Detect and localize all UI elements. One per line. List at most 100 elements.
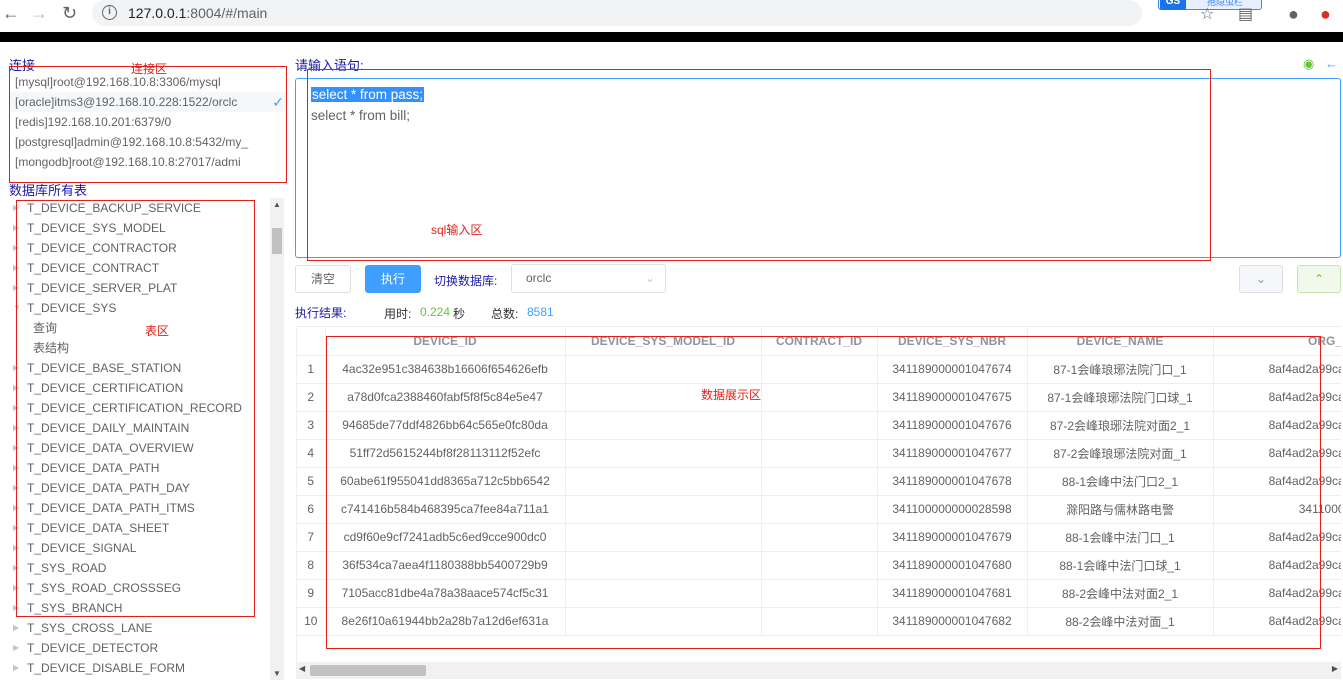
table-row[interactable]: 1 4ac32e951c384638b16606f654626efb 3411890…	[297, 355, 1341, 384]
table-row[interactable]: 2 a78d0fca2388460fabf5f8f5c84e5e47 3411890…	[297, 383, 1341, 412]
execute-button[interactable]: 执行	[365, 265, 421, 293]
connection-status-icon[interactable]: ◉	[1303, 56, 1314, 72]
tree-table-item[interactable]: ▶ T_DEVICE_CERTIFICATION	[10, 378, 268, 398]
extension-icon[interactable]: GS	[1160, 0, 1186, 10]
caret-right-icon[interactable]: ▶	[13, 478, 19, 498]
caret-down-icon[interactable]: ▼	[13, 298, 21, 318]
table-row[interactable]: 3 94685de77ddf4826bb64c565e0fc80da 3411890…	[297, 411, 1341, 440]
expand-down-button[interactable]: ⌄	[1239, 265, 1283, 293]
table-row[interactable]: 7 cd9f60e9cf7241adb5c6ed9cce900dc0 3411890…	[297, 523, 1341, 552]
caret-right-icon[interactable]: ▶	[13, 198, 19, 218]
table-tree-scrollbar[interactable]: ▲ ▼	[270, 198, 284, 680]
table-cell: a78d0fca2388460fabf5f8f5c84e5e47	[325, 383, 566, 412]
tree-table-item[interactable]: ▶ T_DEVICE_CONTRACTOR	[10, 238, 268, 258]
column-header[interactable]: DEVICE_SYS_NBR	[877, 327, 1028, 356]
column-header[interactable]: DEVICE_SYS_MODEL_ID	[565, 327, 762, 356]
caret-right-icon[interactable]: ▶	[13, 498, 19, 518]
table-cell: 341189000001047676	[877, 411, 1028, 440]
scroll-up-icon[interactable]: ▲	[273, 200, 281, 209]
caret-right-icon[interactable]: ▶	[13, 238, 19, 258]
tree-table-item[interactable]: ▶ T_DEVICE_DAILY_MAINTAIN	[10, 418, 268, 438]
account-icon[interactable]: ●	[1288, 4, 1299, 25]
table-cell: 88-2会峰中法对面_1	[1027, 607, 1214, 636]
tree-table-item[interactable]: ▶ T_DEVICE_DATA_PATH_DAY	[10, 478, 268, 498]
caret-right-icon[interactable]: ▶	[13, 278, 19, 298]
tree-table-item[interactable]: ▶ T_DEVICE_DATA_SHEET	[10, 518, 268, 538]
tree-table-item[interactable]: ▶ T_SYS_ROAD_CROSSSEG	[10, 578, 268, 598]
caret-right-icon[interactable]: ▶	[13, 638, 19, 658]
forward-arrow-icon[interactable]: →	[30, 4, 48, 22]
reload-icon[interactable]: ↻	[62, 4, 77, 22]
url-text: 127.0.0.1:8004/#/main	[128, 5, 268, 21]
collapse-arrow-icon[interactable]: ←	[1325, 56, 1338, 71]
connection-item[interactable]: [oracle]itms3@192.168.10.228:1522/orclc ✓	[10, 92, 286, 112]
tree-table-item[interactable]: ▶ T_DEVICE_CERTIFICATION_RECORD	[10, 398, 268, 418]
tree-table-item[interactable]: ▶ T_SYS_BRANCH	[10, 598, 268, 618]
column-header[interactable]: ORG_	[1213, 327, 1341, 356]
table-horizontal-scrollbar[interactable]: ◀ ▶	[296, 662, 1341, 679]
caret-right-icon[interactable]: ▶	[13, 538, 19, 558]
table-row[interactable]: 8 36f534ca7aea4f1180388bb5400729b9 3411890…	[297, 551, 1341, 580]
tree-table-item[interactable]: ▶ T_DEVICE_CONTRACT	[10, 258, 268, 278]
scroll-left-icon[interactable]: ◀	[299, 664, 305, 673]
tree-child-item[interactable]: 表结构	[10, 338, 268, 358]
address-bar[interactable]: i 127.0.0.1:8004/#/main	[92, 0, 1142, 26]
caret-right-icon[interactable]: ▶	[13, 578, 19, 598]
caret-right-icon[interactable]: ▶	[13, 658, 19, 678]
scrollbar-thumb[interactable]	[310, 665, 426, 676]
tree-table-item[interactable]: ▶ T_DEVICE_SIGNAL	[10, 538, 268, 558]
tree-table-item[interactable]: ▶ T_DEVICE_DATA_OVERVIEW	[10, 438, 268, 458]
tree-table-item[interactable]: ▶ T_SYS_ROAD	[10, 558, 268, 578]
connection-item[interactable]: [mysql]root@192.168.10.8:3306/mysql	[10, 72, 286, 92]
tree-table-item[interactable]: ▶ T_DEVICE_SYS_MODEL	[10, 218, 268, 238]
column-header[interactable]: DEVICE_ID	[325, 327, 566, 356]
table-row[interactable]: 10 8e26f10a61944bb2a28b7a12d6ef631a 341189…	[297, 607, 1341, 636]
tree-table-item[interactable]: ▶ T_DEVICE_DISABLE_FORM	[10, 658, 268, 678]
tree-table-item[interactable]: ▶ T_DEVICE_BASE_STATION	[10, 358, 268, 378]
caret-right-icon[interactable]: ▶	[13, 358, 19, 378]
tree-child-item[interactable]: 查询	[10, 318, 268, 338]
caret-right-icon[interactable]: ▶	[13, 418, 19, 438]
caret-right-icon[interactable]: ▶	[13, 258, 19, 278]
caret-right-icon[interactable]: ▶	[13, 398, 19, 418]
caret-right-icon[interactable]: ▶	[13, 218, 19, 238]
connection-item[interactable]: [postgresql]admin@192.168.10.8:5432/my_	[10, 132, 286, 152]
collapse-up-button[interactable]: ⌃	[1297, 265, 1341, 293]
table-row[interactable]: 9 7105acc81dbe4a78a38aace574cf5c31 3411890…	[297, 579, 1341, 608]
caret-right-icon[interactable]: ▶	[13, 458, 19, 478]
column-header[interactable]: DEVICE_NAME	[1027, 327, 1214, 356]
tree-table-item[interactable]: ▶ T_DEVICE_DETECTOR	[10, 638, 268, 658]
scroll-down-icon[interactable]: ▼	[273, 669, 281, 678]
connection-item[interactable]: [redis]192.168.10.201:6379/0	[10, 112, 286, 132]
caret-right-icon[interactable]: ▶	[13, 518, 19, 538]
column-header[interactable]: CONTRACT_ID	[761, 327, 878, 356]
column-header[interactable]	[297, 327, 326, 356]
back-arrow-icon[interactable]: ←	[2, 4, 20, 22]
extension-puzzle-icon[interactable]: ▤	[1238, 4, 1253, 24]
table-row[interactable]: 4 51ff72d5615244bf8f28113112f52efc 3411890…	[297, 439, 1341, 468]
update-icon[interactable]: ●	[1320, 4, 1331, 25]
info-icon[interactable]: i	[102, 5, 117, 20]
total-value: 8581	[527, 305, 554, 319]
table-row[interactable]: 6 c741416b584b468395ca7fee84a711a1 3411000…	[297, 495, 1341, 524]
tree-table-item[interactable]: ▶ T_DEVICE_SERVER_PLAT	[10, 278, 268, 298]
tree-table-item[interactable]: ▼ T_DEVICE_SYS	[10, 298, 268, 318]
database-select[interactable]: orclc ⌄	[511, 264, 666, 293]
scroll-right-icon[interactable]: ▶	[1332, 664, 1338, 673]
clear-button[interactable]: 清空	[295, 265, 351, 293]
scrollbar-thumb[interactable]	[272, 228, 282, 254]
table-row[interactable]: 5 60abe61f955041dd8365a712c5bb6542 3411890…	[297, 467, 1341, 496]
tree-table-item[interactable]: ▶ T_DEVICE_DATA_PATH_ITMS	[10, 498, 268, 518]
caret-right-icon[interactable]: ▶	[13, 558, 19, 578]
tree-table-item[interactable]: ▶ T_DEVICE_BACKUP_SERVICE	[10, 198, 268, 218]
connection-item[interactable]: [mongodb]root@192.168.10.8:27017/admi	[10, 152, 286, 172]
row-index-cell: 7	[297, 523, 326, 552]
caret-right-icon[interactable]: ▶	[13, 378, 19, 398]
result-title: 执行结果:	[295, 306, 347, 320]
caret-right-icon[interactable]: ▶	[13, 618, 19, 638]
caret-right-icon[interactable]: ▶	[13, 598, 19, 618]
caret-right-icon[interactable]: ▶	[13, 438, 19, 458]
star-icon[interactable]: ☆	[1200, 4, 1214, 24]
tree-table-item[interactable]: ▶ T_DEVICE_DATA_PATH	[10, 458, 268, 478]
tree-table-item[interactable]: ▶ T_SYS_CROSS_LANE	[10, 618, 268, 638]
